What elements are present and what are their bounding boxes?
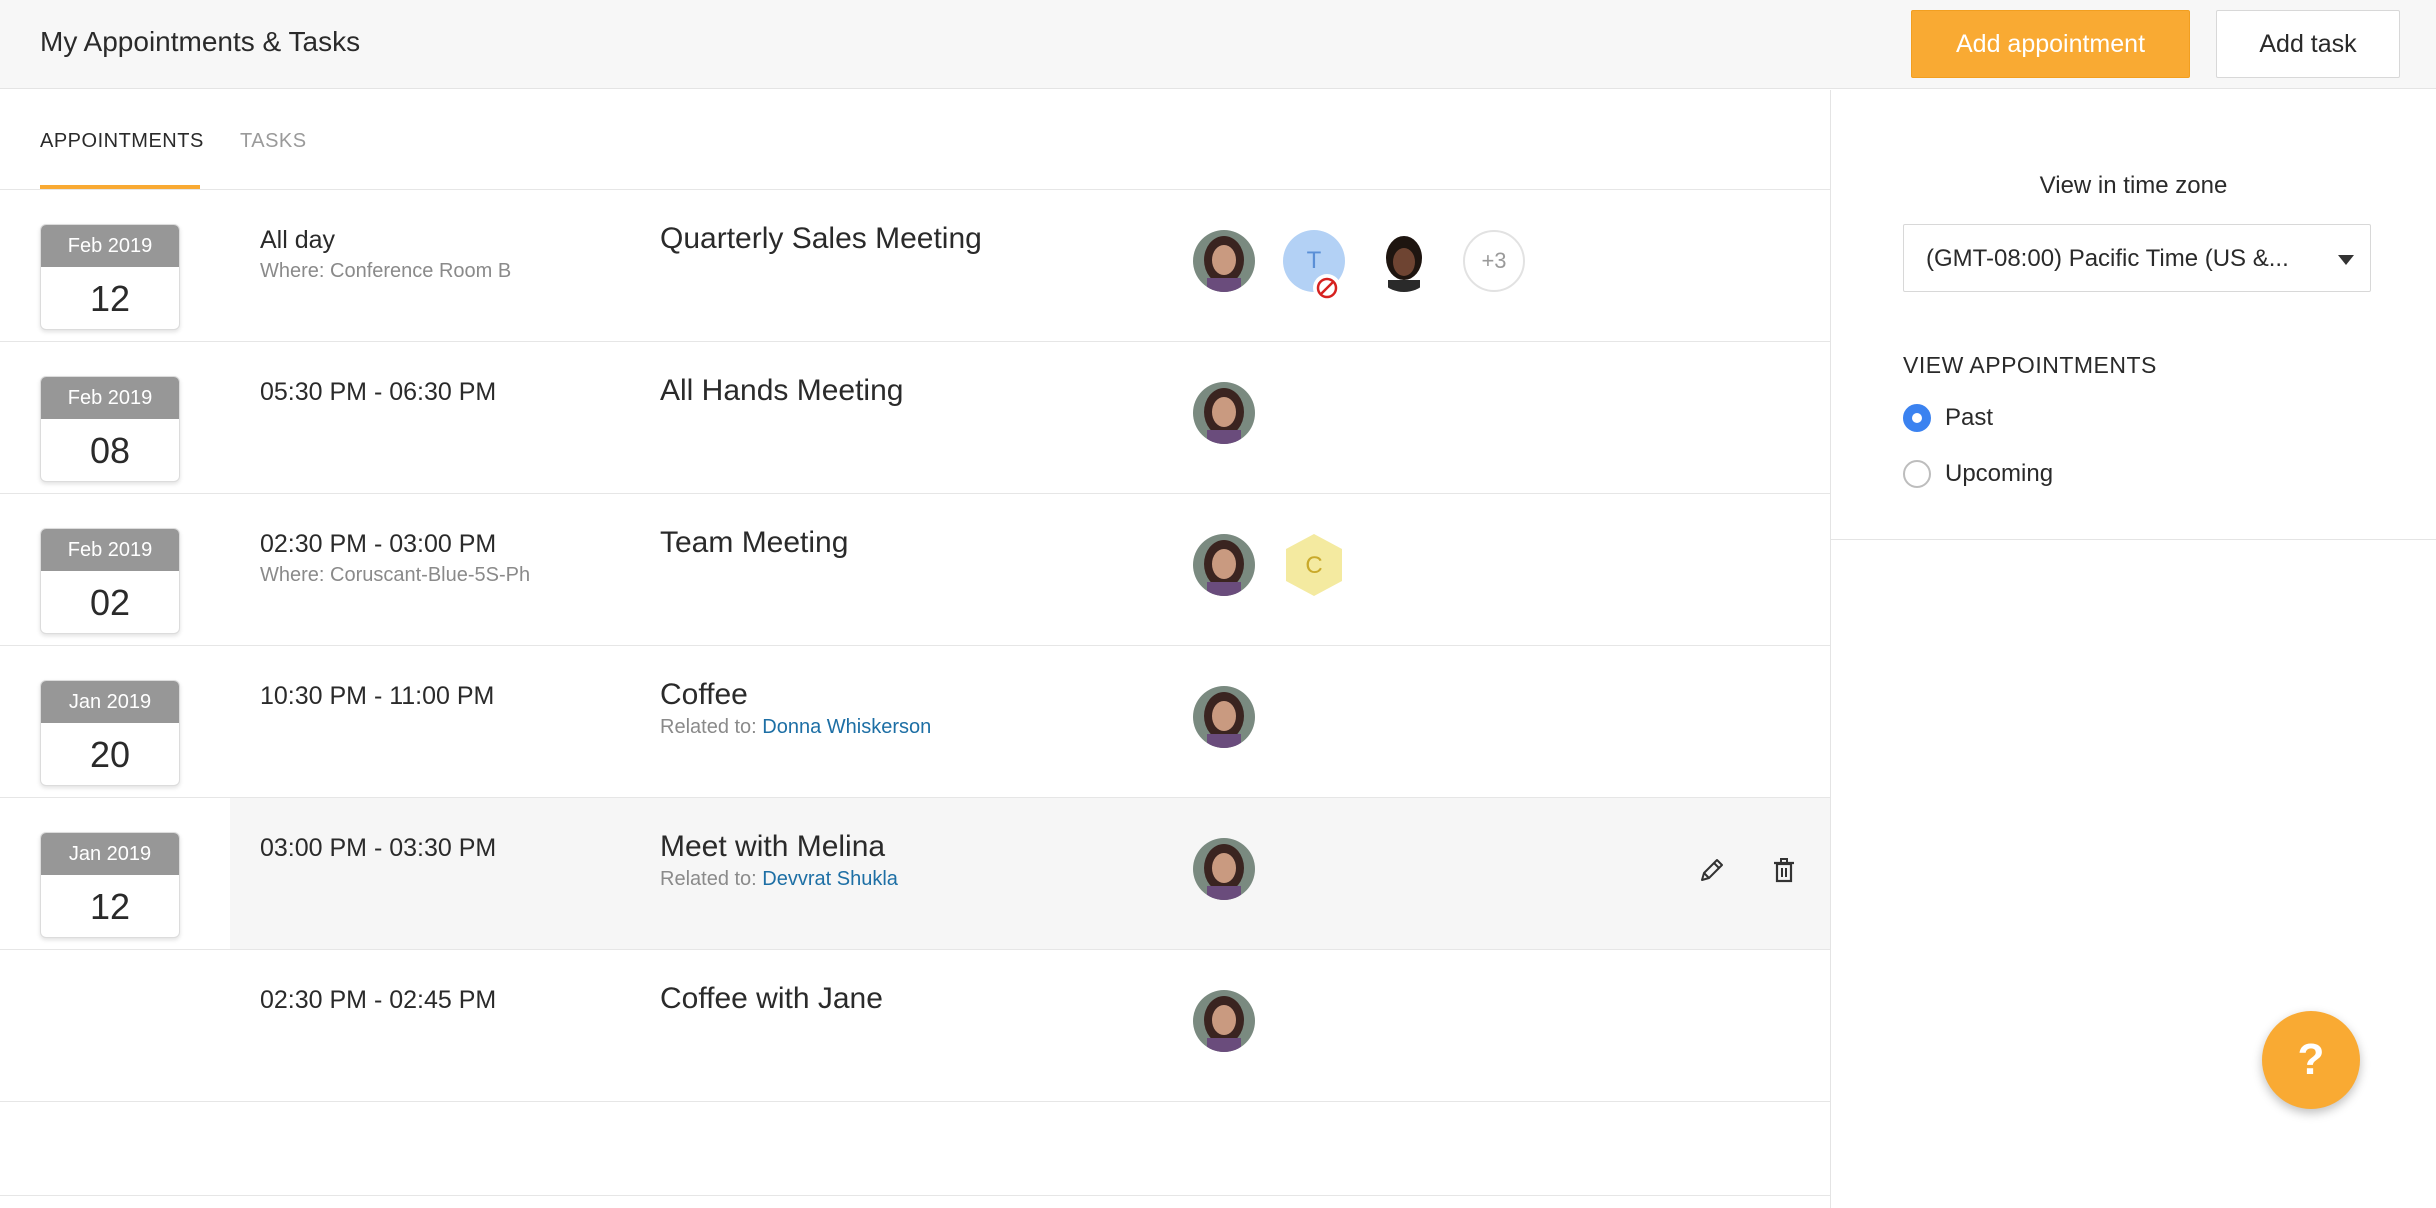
- date-card: Jan 2019 20: [40, 680, 180, 786]
- resource-initial: C: [1305, 552, 1322, 579]
- radio-label-past: Past: [1945, 404, 1994, 431]
- appointment-title[interactable]: Coffee with Jane: [660, 982, 883, 1016]
- appointment-location: Where: Conference Room B: [260, 260, 512, 282]
- appointment-time: All day: [260, 226, 336, 254]
- tab-appointments[interactable]: APPOINTMENTS: [40, 130, 204, 153]
- date-day: 12: [89, 886, 131, 927]
- chevron-down-icon: [2338, 255, 2354, 265]
- timezone-select[interactable]: (GMT-08:00) Pacific Time (US &...: [1903, 224, 2371, 292]
- date-card: Feb 2019 08: [40, 376, 180, 482]
- attendee-avatar[interactable]: [1193, 838, 1255, 900]
- date-month: Jan 2019: [41, 681, 179, 723]
- row-hover-background: [230, 798, 1830, 949]
- edit-pencil-icon[interactable]: [1696, 854, 1728, 886]
- help-button[interactable]: ?: [2262, 1011, 2360, 1109]
- declined-icon: [1313, 274, 1341, 302]
- attendee-avatar[interactable]: [1193, 990, 1255, 1052]
- date-month: Feb 2019: [41, 225, 179, 267]
- date-day: 12: [89, 278, 131, 319]
- top-bar: My Appointments & Tasks Add appointment …: [0, 0, 2436, 89]
- appointment-title[interactable]: All Hands Meeting: [660, 374, 903, 408]
- view-appointments-heading: VIEW APPOINTMENTS: [1903, 352, 2157, 378]
- appointment-location: Where: Coruscant-Blue-5S-Ph: [260, 564, 531, 586]
- date-card: Jan 2019 12: [40, 832, 180, 938]
- appointment-row[interactable]: Feb 2019 08 05:30 PM - 06:30 PM All Hand…: [0, 342, 1830, 494]
- appointment-title[interactable]: Meet with Melina: [660, 830, 885, 864]
- timezone-label: View in time zone: [2039, 172, 2228, 199]
- radio-unchecked-icon[interactable]: [1903, 460, 1931, 488]
- tab-bar: APPOINTMENTS TASKS: [0, 90, 1830, 190]
- resource-hexagon-icon[interactable]: C: [1283, 532, 1345, 598]
- page-title: My Appointments & Tasks: [40, 26, 361, 57]
- date-month: Feb 2019: [41, 377, 179, 419]
- radio-checked-icon[interactable]: [1903, 404, 1931, 432]
- date-month: Feb 2019: [41, 529, 179, 571]
- tab-tasks[interactable]: TASKS: [240, 130, 307, 153]
- appointment-title[interactable]: Quarterly Sales Meeting: [660, 222, 982, 256]
- attendee-avatar[interactable]: [1193, 230, 1255, 292]
- appointment-row[interactable]: Jan 2019 20 10:30 PM - 11:00 PM Coffee R…: [0, 646, 1830, 798]
- appointment-time: 03:00 PM - 03:30 PM: [260, 834, 497, 862]
- date-day: 08: [89, 430, 131, 471]
- date-card: Feb 2019 12: [40, 224, 180, 330]
- add-task-button[interactable]: Add task: [2216, 10, 2400, 78]
- attendee-avatar[interactable]: [1193, 382, 1255, 444]
- related-to: Related to: Donna Whiskerson: [660, 716, 931, 739]
- date-day: 02: [89, 582, 131, 623]
- related-to: Related to: Devvrat Shukla: [660, 868, 898, 891]
- appointment-time: 02:30 PM - 02:45 PM: [260, 986, 497, 1014]
- radio-label-upcoming: Upcoming: [1945, 460, 2054, 487]
- appointment-time: 10:30 PM - 11:00 PM: [260, 682, 495, 710]
- date-card: Feb 2019 02: [40, 528, 180, 634]
- more-attendees-badge[interactable]: +3: [1463, 230, 1525, 292]
- delete-trash-icon[interactable]: [1768, 854, 1800, 886]
- date-month: Jan 2019: [41, 833, 179, 875]
- active-tab-indicator: [40, 185, 200, 189]
- attendee-avatar[interactable]: [1193, 534, 1255, 596]
- appointment-row[interactable]: Feb 2019 02 02:30 PM - 03:00 PM Where: C…: [0, 494, 1830, 646]
- appointments-panel: APPOINTMENTS TASKS Feb 2019 12 All day W…: [0, 90, 1830, 1208]
- filter-sidebar: View in time zone (GMT-08:00) Pacific Ti…: [1831, 90, 2436, 540]
- appointment-row[interactable]: Jan 2019 12 03:00 PM - 03:30 PM Meet wit…: [0, 798, 1830, 950]
- radio-upcoming[interactable]: Upcoming: [1903, 460, 2053, 488]
- related-prefix: Related to:: [660, 868, 763, 890]
- attendee-avatar[interactable]: [1373, 230, 1435, 292]
- add-appointment-button[interactable]: Add appointment: [1911, 10, 2190, 78]
- appointment-time: 05:30 PM - 06:30 PM: [260, 378, 497, 406]
- appointment-row[interactable]: 02:30 PM - 02:45 PM Coffee with Jane: [0, 950, 1830, 1102]
- related-contact-link[interactable]: Donna Whiskerson: [762, 716, 931, 738]
- appointment-time: 02:30 PM - 03:00 PM: [260, 530, 497, 558]
- appointment-title[interactable]: Team Meeting: [660, 526, 848, 560]
- appointment-title[interactable]: Coffee: [660, 678, 748, 712]
- appointment-row[interactable]: Feb 2019 12 All day Where: Conference Ro…: [0, 190, 1830, 342]
- radio-past[interactable]: Past: [1903, 404, 1993, 432]
- timezone-value: (GMT-08:00) Pacific Time (US &...: [1926, 245, 2289, 272]
- related-contact-link[interactable]: Devvrat Shukla: [762, 868, 898, 890]
- related-prefix: Related to:: [660, 716, 763, 738]
- date-day: 20: [89, 734, 131, 775]
- list-bottom-divider: [0, 1195, 1830, 1196]
- attendee-avatar[interactable]: [1193, 686, 1255, 748]
